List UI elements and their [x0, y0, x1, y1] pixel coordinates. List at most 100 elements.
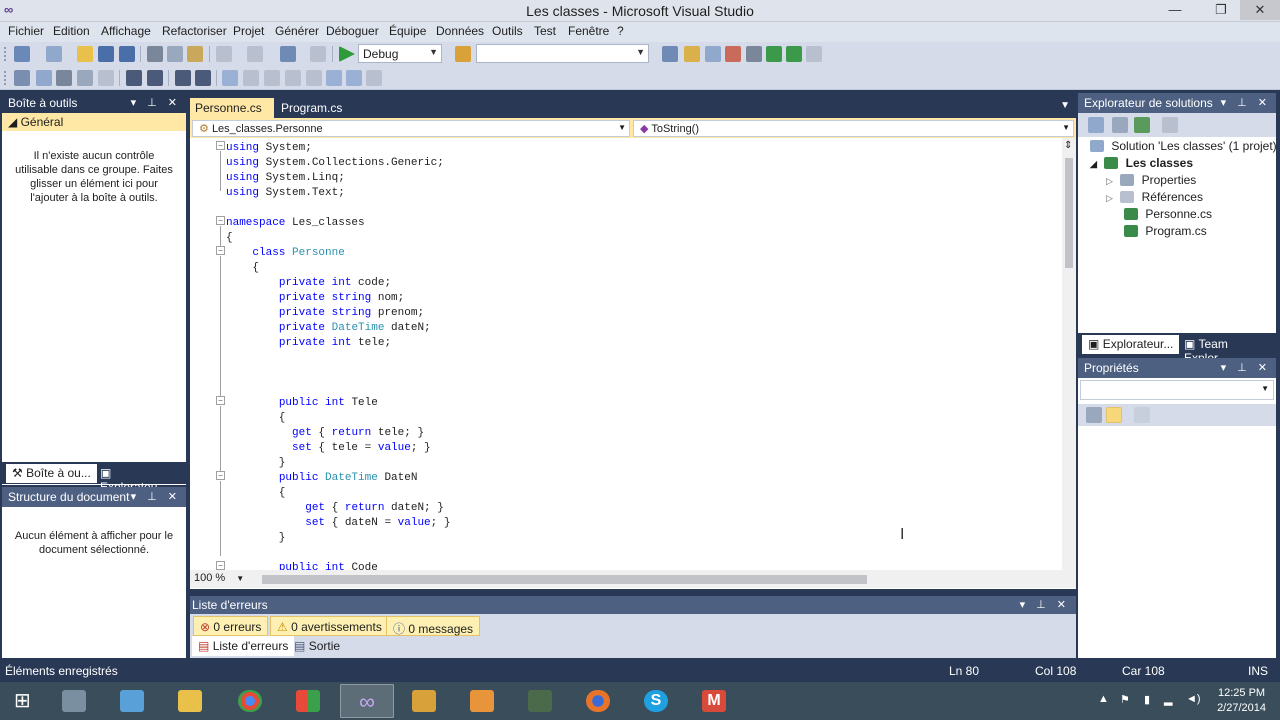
menu-fichier[interactable]: Fichier	[8, 24, 44, 38]
taskbar-app-2[interactable]	[106, 684, 160, 718]
toolbar-grip[interactable]	[3, 46, 7, 62]
start-button[interactable]: ⊞	[0, 684, 54, 718]
taskbar-app-tools[interactable]	[398, 684, 452, 718]
menu-outils[interactable]: Outils	[492, 24, 523, 38]
menu-equipe[interactable]: Équipe	[389, 24, 426, 38]
collapse-region-icon[interactable]: −	[216, 471, 225, 480]
extension-manager-icon[interactable]	[786, 46, 802, 62]
network-icon[interactable]: ▂	[1164, 693, 1172, 706]
prev-bookmark-folder-icon[interactable]	[285, 70, 301, 86]
property-pages-icon[interactable]	[1134, 407, 1150, 423]
redo-icon[interactable]	[247, 46, 263, 62]
code-area[interactable]: using System; using System.Collections.Ge…	[190, 138, 1076, 570]
start-page-icon[interactable]	[766, 46, 782, 62]
taskbar-office[interactable]	[282, 684, 336, 718]
start-debugging-icon[interactable]	[339, 46, 355, 62]
navigate-backward-icon[interactable]	[280, 46, 296, 62]
members-dropdown[interactable]: ◆ ToString() ▼	[633, 120, 1074, 137]
save-all-icon[interactable]	[119, 46, 135, 62]
volume-icon[interactable]: ◄)	[1186, 693, 1201, 705]
menu-edition[interactable]: Edition	[53, 24, 90, 38]
cut-icon[interactable]	[147, 46, 163, 62]
toolbox-group-general[interactable]: ◢ Général	[2, 113, 186, 131]
toolbar-grip[interactable]	[3, 70, 7, 86]
tools-icon[interactable]	[746, 46, 762, 62]
taskbar-app-1[interactable]	[48, 684, 102, 718]
collapse-region-icon[interactable]: −	[216, 396, 225, 405]
find-combo[interactable]: ▼	[476, 44, 649, 63]
refresh-icon[interactable]	[1134, 117, 1150, 133]
power-icon[interactable]: ▮	[1144, 693, 1150, 706]
next-bookmark-document-icon[interactable]	[346, 70, 362, 86]
increase-indent-icon[interactable]	[147, 70, 163, 86]
uncomment-icon[interactable]	[195, 70, 211, 86]
taskbar-app-3[interactable]	[514, 684, 568, 718]
previous-bookmark-icon[interactable]	[243, 70, 259, 86]
taskbar-file-explorer[interactable]	[164, 684, 218, 718]
taskbar-chrome[interactable]	[224, 684, 278, 718]
tab-output[interactable]: ▤ Sortie	[288, 636, 346, 656]
undo-icon[interactable]	[216, 46, 232, 62]
show-all-files-icon[interactable]	[1112, 117, 1128, 133]
next-bookmark-folder-icon[interactable]	[306, 70, 322, 86]
view-code-icon[interactable]	[1162, 117, 1178, 133]
solution-explorer-window-buttons[interactable]: ▾ ⊥ ✕	[1221, 96, 1271, 109]
document-outline-window-buttons[interactable]: ▾ ⊥ ✕	[131, 490, 181, 503]
taskbar-visual-studio[interactable]: ∞	[340, 684, 394, 718]
parameter-info-icon[interactable]	[36, 70, 52, 86]
collapse-region-icon[interactable]: −	[216, 216, 225, 225]
menu-deboguer[interactable]: Déboguer	[326, 24, 379, 38]
collapse-region-icon[interactable]: −	[216, 246, 225, 255]
toggle-bookmark-icon[interactable]	[222, 70, 238, 86]
display-object-member-list-icon[interactable]	[14, 70, 30, 86]
menu-fenetre[interactable]: Fenêtre	[568, 24, 609, 38]
horizontal-scroll-thumb[interactable]	[262, 575, 867, 584]
word-completion-icon[interactable]	[77, 70, 93, 86]
zoom-dropdown[interactable]: 100 % ▼	[194, 572, 244, 584]
minimize-button[interactable]: —	[1160, 0, 1190, 20]
action-center-icon[interactable]: ⚑	[1120, 693, 1130, 706]
menu-projet[interactable]: Projet	[233, 24, 264, 38]
taskbar-app-m[interactable]: M	[688, 684, 742, 718]
tab-server-explorer[interactable]: ▣ Explorateu...	[94, 464, 186, 494]
navigate-forward-icon[interactable]	[310, 46, 326, 62]
add-item-icon[interactable]	[46, 46, 62, 62]
types-dropdown[interactable]: ⚙ Les_classes.Personne ▼	[192, 120, 630, 137]
tree-item-solution[interactable]: Solution 'Les classes' (1 projet)	[1090, 139, 1277, 153]
command-window-icon[interactable]	[806, 46, 822, 62]
quick-info-icon[interactable]	[56, 70, 72, 86]
menu-affichage[interactable]: Affichage	[101, 24, 151, 38]
toolbox-window-buttons[interactable]: ▾ ⊥ ✕	[131, 96, 181, 109]
tree-item-personne-cs[interactable]: Personne.cs	[1124, 207, 1212, 221]
menu-help[interactable]: ?	[617, 24, 624, 38]
tree-item-references[interactable]: ▷ Références	[1106, 190, 1203, 204]
paste-icon[interactable]	[187, 46, 203, 62]
categorized-icon[interactable]	[1086, 407, 1102, 423]
tray-expand-icon[interactable]: ▲	[1098, 693, 1109, 705]
messages-filter-button[interactable]: ⓘ 0 messages	[386, 616, 481, 636]
tree-item-properties[interactable]: ▷ Properties	[1106, 173, 1196, 187]
menu-test[interactable]: Test	[534, 24, 556, 38]
copy-icon[interactable]	[167, 46, 183, 62]
properties-window-icon[interactable]	[684, 46, 700, 62]
close-button[interactable]: ✕	[1240, 0, 1280, 20]
tab-personne-cs[interactable]: Personne.cs ✕	[190, 98, 274, 129]
new-project-icon[interactable]	[14, 46, 30, 62]
toolbox-icon[interactable]	[725, 46, 741, 62]
decrease-indent-icon[interactable]	[126, 70, 142, 86]
properties-icon[interactable]	[1088, 117, 1104, 133]
menu-refactoriser[interactable]: Refactoriser	[162, 24, 227, 38]
tab-solution-explorer[interactable]: ▣ Explorateur...	[1082, 335, 1180, 354]
collapse-region-icon[interactable]: −	[216, 141, 225, 150]
taskbar-firefox[interactable]	[572, 684, 626, 718]
tree-item-program-cs[interactable]: Program.cs	[1124, 224, 1207, 238]
vertical-scroll-thumb[interactable]	[1065, 158, 1073, 268]
save-icon[interactable]	[98, 46, 114, 62]
restore-button[interactable]: ❐	[1206, 0, 1236, 20]
properties-object-dropdown[interactable]: ▼	[1080, 380, 1274, 400]
tab-toolbox[interactable]: ⚒ Boîte à ou...	[6, 464, 97, 483]
next-bookmark-icon[interactable]	[264, 70, 280, 86]
solution-explorer-icon[interactable]	[662, 46, 678, 62]
vertical-scrollbar[interactable]: ⇕	[1062, 138, 1076, 570]
taskbar-skype[interactable]: S	[630, 684, 684, 718]
